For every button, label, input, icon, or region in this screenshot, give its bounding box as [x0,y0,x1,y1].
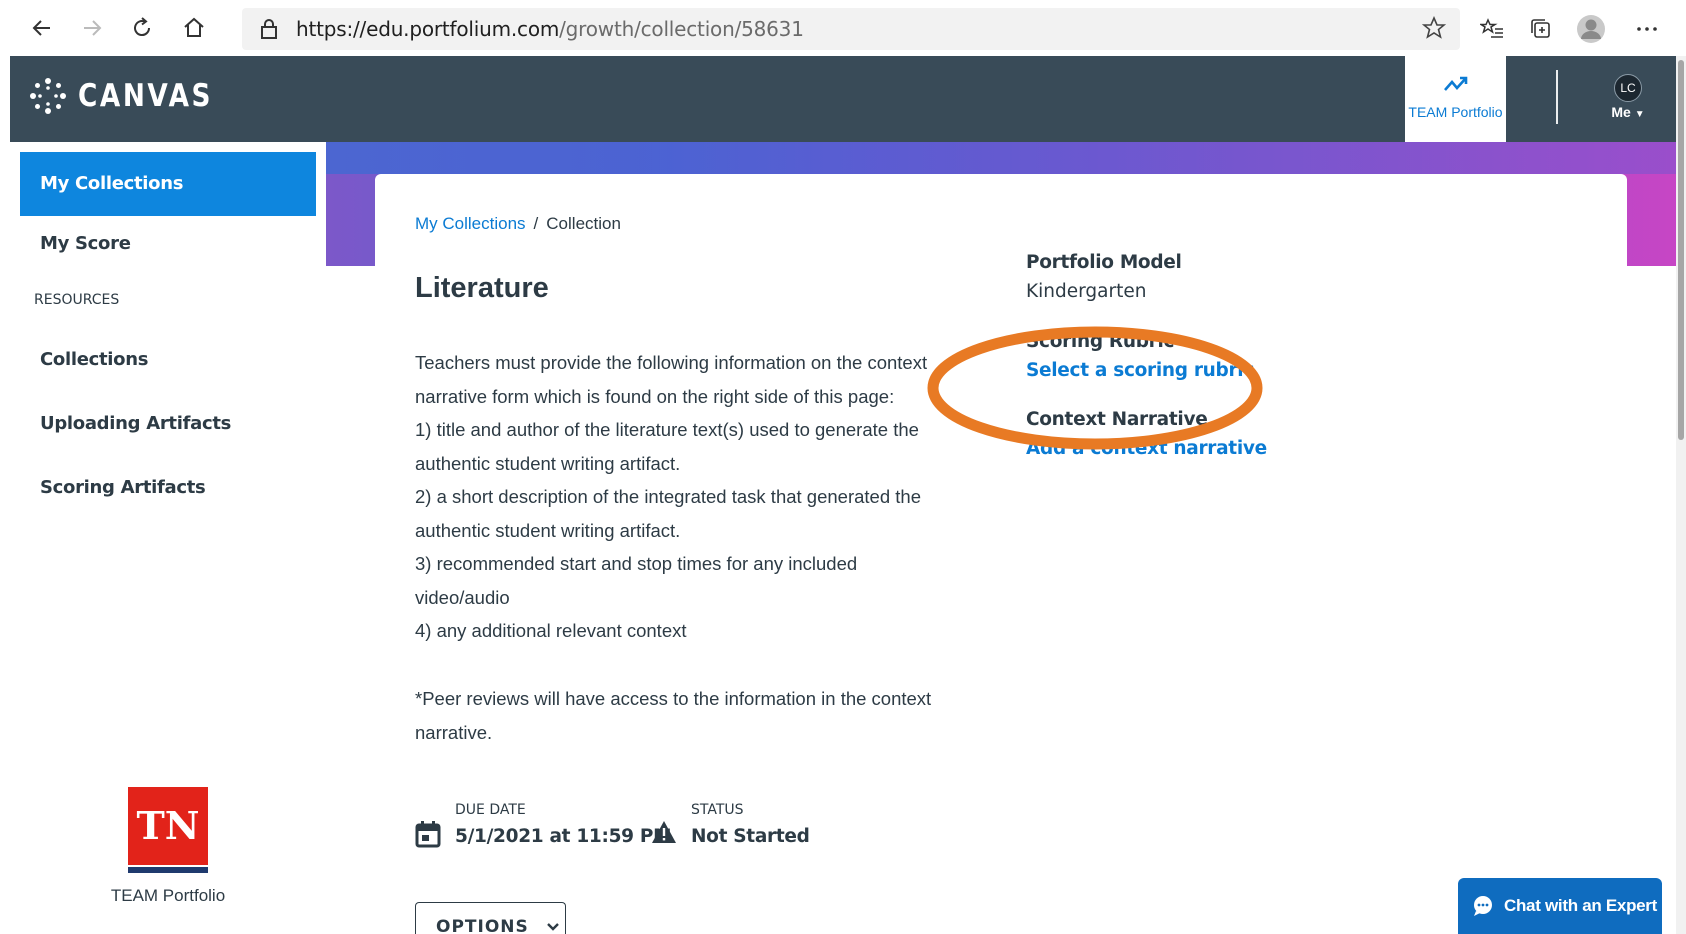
status-value: Not Started [691,826,810,847]
header-banner-overlay [326,142,1686,174]
warning-icon [652,821,676,843]
collections-icon[interactable] [1524,12,1558,46]
favorites-icon[interactable] [1475,12,1509,46]
breadcrumb-my-collections[interactable]: My Collections [415,214,526,233]
caret-down-icon: ▼ [1634,109,1645,120]
team-portfolio-label: TEAM Portfolio [1408,104,1503,120]
sidebar-item-my-collections[interactable]: My Collections [20,152,316,216]
team-portfolio-caption: TEAM Portfolio [110,886,226,905]
status-label: STATUS [691,802,744,818]
description-line: narrative form which is found on the rig… [415,385,895,407]
page-scrollbar[interactable] [1676,56,1686,934]
description-line: 3) recommended start and stop times for … [415,553,858,574]
breadcrumb: My Collections / Collection [415,214,621,234]
avatar[interactable]: LC [1614,74,1642,102]
breadcrumb-current: Collection [546,214,621,233]
collection-details: Portfolio Model Kindergarten Scoring Rub… [1026,252,1267,459]
canvas-logo-text: CANVAS [78,78,214,114]
refresh-icon[interactable] [124,10,160,46]
select-scoring-rubric-link[interactable]: Select a scoring rubric [1026,360,1267,381]
due-date-block: DUE DATE 5/1/2021 at 11:59 PM [415,802,672,848]
sidebar: My Collections My Score RESOURCES Collec… [10,142,326,934]
sidebar-item-my-score[interactable]: My Score [20,212,316,276]
peer-note-line: narrative. [415,721,493,743]
description-line: Teachers must provide the following info… [415,352,928,373]
portfolio-model-label: Portfolio Model [1026,252,1182,273]
header-divider [1556,70,1558,124]
due-date-label: DUE DATE [455,802,526,818]
url-text[interactable]: https://edu.portfolium.com/growth/collec… [296,17,804,41]
chevron-down-icon [546,917,560,934]
due-date-value: 5/1/2021 at 11:59 PM [455,826,672,847]
user-menu[interactable]: LC Me ▼ [1600,74,1656,120]
lock-icon[interactable] [260,18,278,45]
resources-heading: RESOURCES [34,292,120,308]
breadcrumb-separator: / [533,214,539,233]
peer-note-line: *Peer reviews will have access to the in… [415,688,932,709]
calendar-icon [415,821,441,848]
tn-logo: TN [128,787,208,873]
profile-icon[interactable] [1574,12,1608,46]
collection-description: Teachers must provide the following info… [415,346,975,648]
peer-review-note: *Peer reviews will have access to the in… [415,682,975,749]
team-portfolio-tab[interactable]: TEAM Portfolio [1405,56,1506,142]
back-arrow-icon[interactable] [24,10,60,46]
canvas-logo[interactable]: CANVAS [28,76,237,116]
chat-bubble-icon [1474,896,1492,916]
context-narrative-label: Context Narrative [1026,409,1208,430]
description-line: authentic student writing artifact. [415,519,681,541]
sidebar-item-scoring-artifacts[interactable]: Scoring Artifacts [20,456,316,520]
home-icon[interactable] [176,10,212,46]
tn-logo-text: TN [136,803,199,848]
chat-with-expert-button[interactable]: Chat with an Expert [1458,878,1662,934]
sidebar-item-uploading-artifacts[interactable]: Uploading Artifacts [20,392,316,456]
address-bar[interactable]: https://edu.portfolium.com/growth/collec… [242,8,1460,50]
description-line: authentic student writing artifact. [415,452,681,474]
sidebar-item-collections[interactable]: Collections [20,328,316,392]
collection-card: My Collections / Collection Literature Tea… [375,174,1627,934]
options-button[interactable]: OPTIONS [415,902,566,934]
description-line: video/audio [415,586,510,608]
forward-arrow-icon[interactable] [74,10,110,46]
star-icon[interactable] [1421,15,1447,45]
chat-label: Chat with an Expert [1504,896,1657,915]
description-line: 2) a short description of the integrated… [415,486,921,507]
description-line: 1) title and author of the literature te… [415,419,919,440]
canvas-header: CANVAS TEAM Portfolio LC Me ▼ [10,56,1686,142]
me-label[interactable]: Me ▼ [1600,104,1656,120]
status-block: STATUS Not Started [651,802,810,847]
growth-chart-icon [1444,76,1468,91]
browser-toolbar: https://edu.portfolium.com/growth/collec… [0,0,1686,56]
page-title: Literature [415,272,549,304]
add-context-narrative-link[interactable]: Add a context narrative [1026,438,1267,459]
more-icon[interactable] [1630,12,1664,46]
canvas-logo-icon [30,78,66,114]
portfolio-model-value: Kindergarten [1026,281,1147,302]
description-line: 4) any additional relevant context [415,620,687,641]
scrollbar-thumb[interactable] [1678,60,1684,440]
scoring-rubric-label: Scoring Rubric [1026,331,1175,352]
